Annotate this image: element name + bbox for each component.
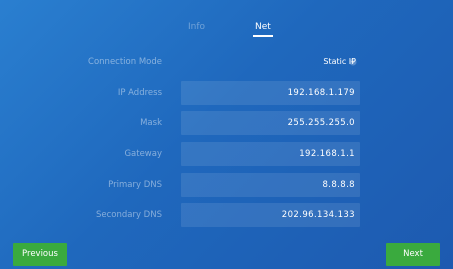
tab-bar: Info Net <box>0 21 453 41</box>
active-tab-underline <box>253 35 273 37</box>
secondary-dns-field[interactable]: 202.96.134.133 <box>181 203 360 227</box>
primary-dns-row: Primary DNS 8.8.8.8 <box>0 173 453 197</box>
gateway-row: Gateway 192.168.1.1 <box>0 142 453 166</box>
secondary-dns-value: 202.96.134.133 <box>281 210 355 220</box>
mask-row: Mask 255.255.255.0 <box>0 111 453 135</box>
previous-button[interactable]: Previous <box>13 243 67 266</box>
secondary-dns-row: Secondary DNS 202.96.134.133 <box>0 203 453 227</box>
ip-address-field[interactable]: 192.168.1.179 <box>181 81 360 105</box>
connection-mode-row: Connection Mode Static IP <box>0 50 453 74</box>
chevron-down-icon[interactable] <box>349 58 357 66</box>
mask-label: Mask <box>140 118 162 128</box>
ip-address-value: 192.168.1.179 <box>287 88 355 98</box>
secondary-dns-label: Secondary DNS <box>95 210 162 220</box>
primary-dns-value: 8.8.8.8 <box>322 180 355 190</box>
ip-address-label: IP Address <box>117 88 162 98</box>
tab-net[interactable]: Net <box>255 21 271 33</box>
gateway-field[interactable]: 192.168.1.1 <box>181 142 360 166</box>
primary-dns-field[interactable]: 8.8.8.8 <box>181 173 360 197</box>
primary-dns-label: Primary DNS <box>108 180 162 190</box>
ip-address-row: IP Address 192.168.1.179 <box>0 81 453 105</box>
mask-value: 255.255.255.0 <box>287 118 355 128</box>
mask-field[interactable]: 255.255.255.0 <box>181 111 360 135</box>
next-button[interactable]: Next <box>386 243 440 266</box>
connection-mode-label: Connection Mode <box>88 57 162 67</box>
gateway-label: Gateway <box>124 149 162 159</box>
gateway-value: 192.168.1.1 <box>299 149 355 159</box>
tab-info[interactable]: Info <box>188 21 205 33</box>
network-settings-screen: Info Net Connection Mode Static IP IP Ad… <box>0 0 453 269</box>
